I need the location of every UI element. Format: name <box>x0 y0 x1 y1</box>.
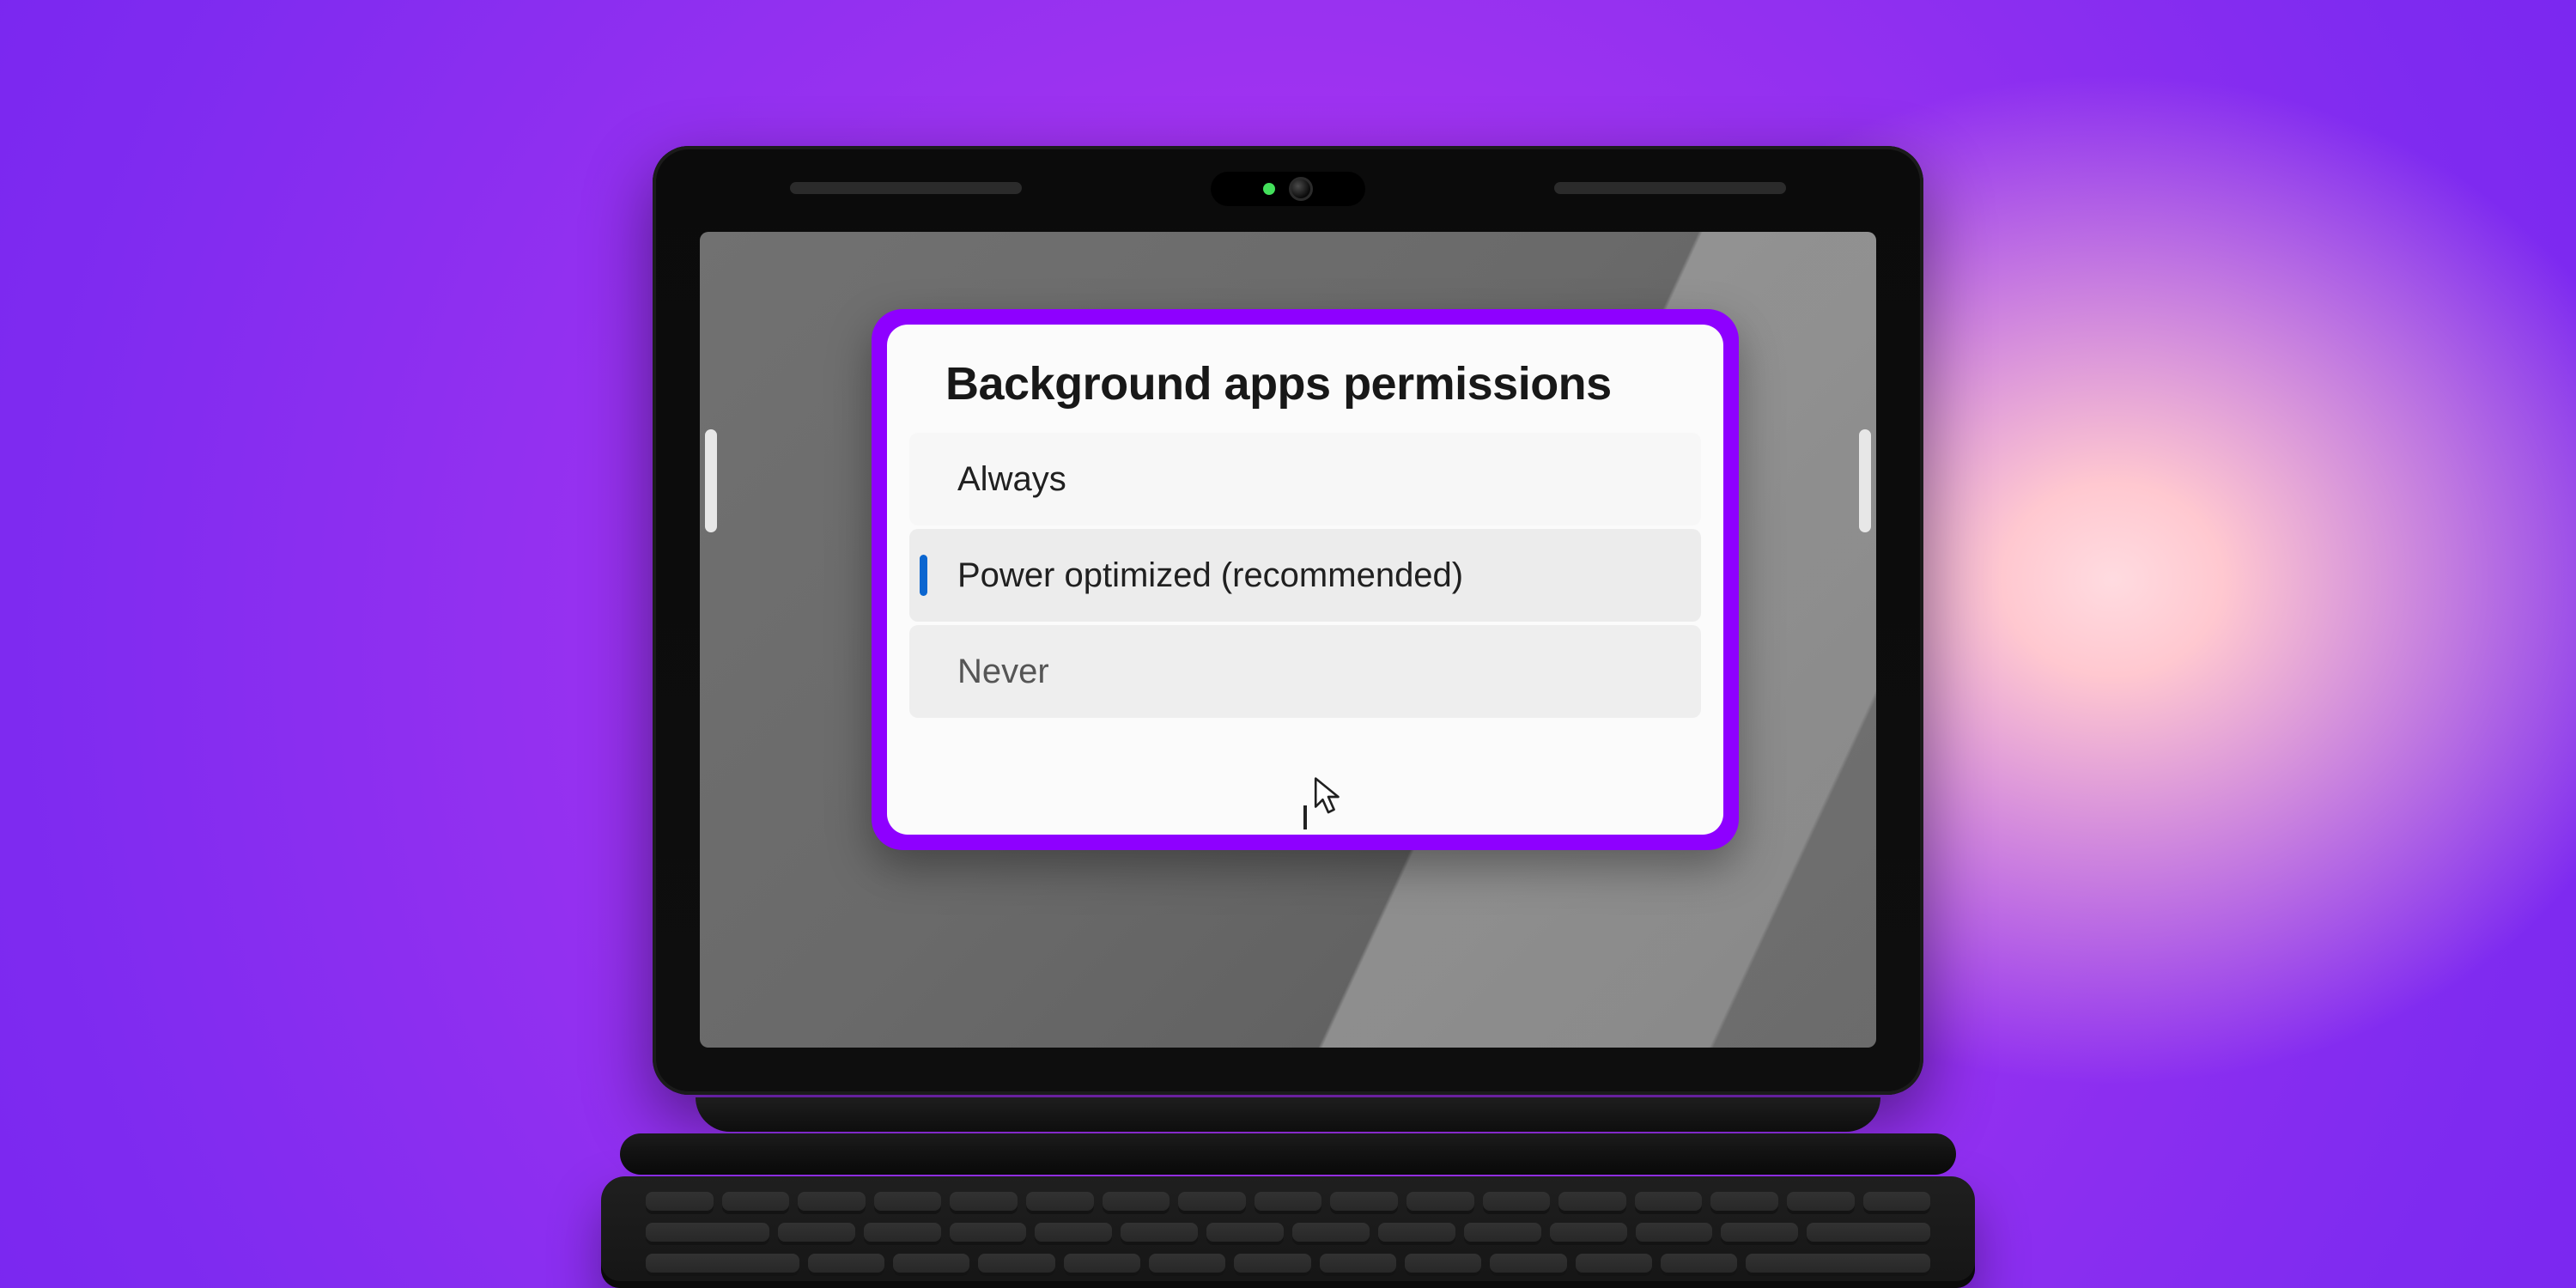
option-label: Never <box>957 653 1049 691</box>
dialog-panel: Background apps permissions Always Power… <box>887 325 1723 835</box>
laptop-keyboard-deck <box>601 1176 1975 1288</box>
option-power-optimized[interactable]: Power optimized (recommended) <box>909 529 1701 622</box>
laptop-screen: Background apps permissions Always Power… <box>700 232 1876 1048</box>
laptop-hinge-bar <box>620 1133 1956 1175</box>
permission-options-list: Always Power optimized (recommended) Nev… <box>902 433 1708 718</box>
mouse-cursor-icon <box>1314 777 1343 817</box>
hero-background: Background apps permissions Always Power… <box>0 0 2576 1288</box>
dialog-title: Background apps permissions <box>902 357 1708 433</box>
cropped-content-hint-icon <box>1303 805 1307 829</box>
laptop-lid: Background apps permissions Always Power… <box>653 146 1923 1095</box>
webcam-notch <box>1211 172 1365 206</box>
option-label: Power optimized (recommended) <box>957 556 1463 595</box>
option-never[interactable]: Never <box>909 625 1701 718</box>
screen-tab-left-icon <box>705 429 717 532</box>
keyboard-icon <box>646 1192 1930 1276</box>
background-apps-permissions-dialog: Background apps permissions Always Power… <box>872 309 1739 850</box>
laptop-illustration: Background apps permissions Always Power… <box>601 146 1975 1288</box>
speaker-grille-right-icon <box>1554 182 1786 194</box>
screen-tab-right-icon <box>1859 429 1871 532</box>
option-always[interactable]: Always <box>909 433 1701 526</box>
camera-led-icon <box>1263 183 1275 195</box>
camera-lens-icon <box>1289 177 1313 201</box>
laptop-hinge <box>696 1097 1880 1132</box>
speaker-grille-left-icon <box>790 182 1022 194</box>
option-label: Always <box>957 460 1066 499</box>
